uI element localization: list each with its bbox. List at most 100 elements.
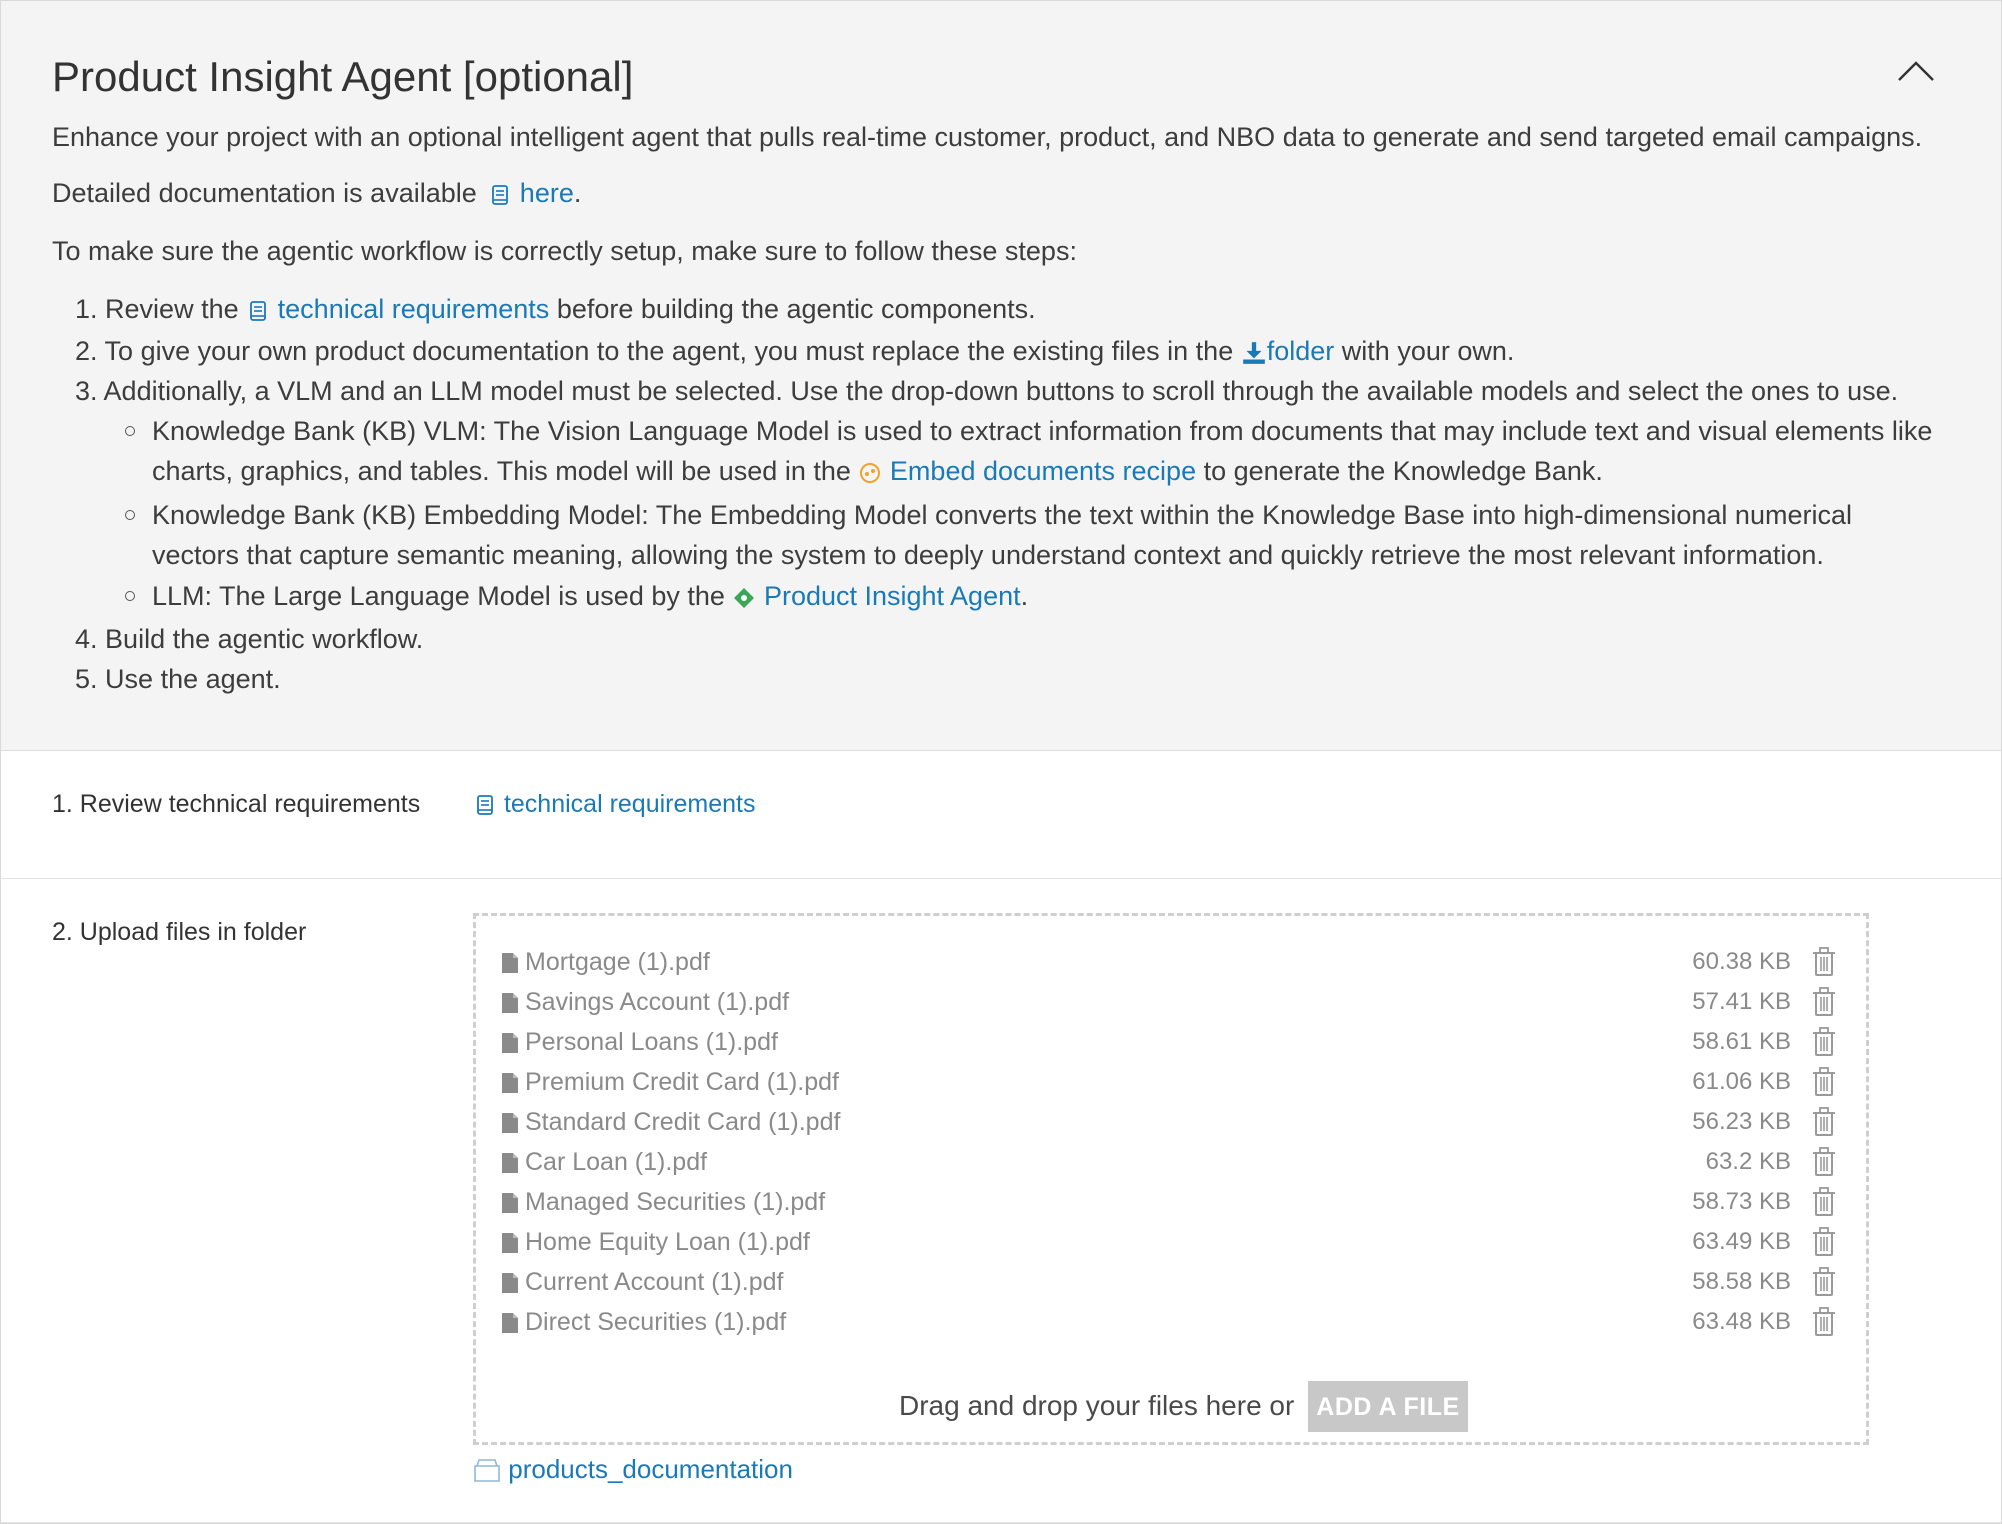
llm-line: LLM: The Large Language Model is used by… bbox=[152, 578, 1028, 614]
file-icon bbox=[502, 1033, 518, 1053]
step-5-number: 5. bbox=[75, 664, 98, 694]
delete-file-button[interactable] bbox=[1811, 1307, 1837, 1342]
header-panel: Product Insight Agent [optional] Enhance… bbox=[1, 1, 2001, 751]
delete-file-button[interactable] bbox=[1811, 987, 1837, 1022]
file-size: 63.49 KB bbox=[1692, 1228, 1791, 1255]
step-5-text: Use the agent. bbox=[105, 664, 281, 694]
file-row: Current Account (1).pdf 58.58 KB bbox=[501, 1262, 1837, 1302]
file-size: 58.61 KB bbox=[1692, 1028, 1791, 1055]
file-icon bbox=[502, 993, 518, 1013]
bullet-marker bbox=[125, 510, 135, 520]
file-name: Car Loan (1).pdf bbox=[525, 1148, 708, 1176]
delete-file-button[interactable] bbox=[1811, 1227, 1837, 1262]
upload-files-label: 2. Upload files in folder bbox=[52, 918, 307, 946]
doc-prefix: Detailed documentation is available bbox=[52, 178, 477, 208]
folder-link[interactable]: folder bbox=[1267, 336, 1335, 366]
collapse-button[interactable] bbox=[1896, 56, 1936, 86]
section-title: Product Insight Agent [optional] bbox=[52, 53, 634, 100]
step-2-suffix: with your own. bbox=[1341, 336, 1515, 366]
file-size: 57.41 KB bbox=[1692, 988, 1791, 1015]
folder-icon bbox=[474, 1459, 500, 1482]
download-icon bbox=[1242, 342, 1265, 364]
delete-file-button[interactable] bbox=[1811, 1067, 1837, 1102]
row-divider bbox=[1, 1522, 2001, 1523]
products-documentation-folder-link[interactable]: products_documentation bbox=[508, 1454, 793, 1484]
step-3-text: Additionally, a VLM and an LLM model mus… bbox=[103, 376, 1899, 406]
file-row: Standard Credit Card (1).pdf 56.23 KB bbox=[501, 1102, 1837, 1142]
review-requirements-label: 1. Review technical requirements bbox=[52, 790, 421, 818]
trash-icon bbox=[1813, 1187, 1835, 1216]
trash-icon bbox=[1813, 1307, 1835, 1336]
file-size: 58.73 KB bbox=[1692, 1188, 1791, 1215]
file-size: 63.2 KB bbox=[1705, 1148, 1791, 1175]
file-name: Home Equity Loan (1).pdf bbox=[525, 1228, 810, 1256]
file-icon bbox=[502, 1233, 518, 1253]
trash-icon bbox=[1813, 987, 1835, 1016]
llm-suffix: . bbox=[1020, 581, 1029, 611]
delete-file-button[interactable] bbox=[1811, 1267, 1837, 1302]
file-name: Managed Securities (1).pdf bbox=[525, 1188, 826, 1216]
delete-file-button[interactable] bbox=[1811, 1147, 1837, 1182]
review-requirements-link-wrap: technical requirements bbox=[473, 786, 755, 822]
file-name: Standard Credit Card (1).pdf bbox=[525, 1108, 841, 1136]
step-4-text: Build the agentic workflow. bbox=[105, 624, 424, 654]
trash-icon bbox=[1813, 1227, 1835, 1256]
file-row: Managed Securities (1).pdf 58.73 KB bbox=[501, 1182, 1837, 1222]
trash-icon bbox=[1813, 1027, 1835, 1056]
documentation-link[interactable]: here bbox=[520, 178, 574, 208]
file-name: Premium Credit Card (1).pdf bbox=[525, 1068, 839, 1096]
step-2-prefix: To give your own product documentation t… bbox=[104, 336, 1234, 366]
trash-icon bbox=[1813, 1147, 1835, 1176]
folder-link-wrap: products_documentation bbox=[473, 1451, 793, 1487]
book-icon bbox=[477, 795, 493, 816]
chevron-up-icon bbox=[1898, 61, 1934, 81]
step-5: 5. Use the agent. bbox=[75, 661, 281, 697]
step-4-number: 4. bbox=[75, 624, 98, 654]
trash-icon bbox=[1813, 1267, 1835, 1296]
step-2-number: 2. bbox=[75, 336, 98, 366]
file-row: Premium Credit Card (1).pdf 61.06 KB bbox=[501, 1062, 1837, 1102]
book-icon bbox=[492, 184, 509, 205]
file-row: Mortgage (1).pdf 60.38 KB bbox=[501, 942, 1837, 982]
step-1-suffix: before building the agentic components. bbox=[556, 294, 1036, 324]
agent-icon bbox=[734, 587, 755, 608]
kb-vlm-prefix: charts, graphics, and tables. This model… bbox=[152, 456, 851, 486]
delete-file-button[interactable] bbox=[1811, 947, 1837, 982]
step-3: 3. Additionally, a VLM and an LLM model … bbox=[75, 373, 1898, 409]
file-icon bbox=[502, 1153, 518, 1173]
kb-embedding-line-1: Knowledge Bank (KB) Embedding Model: The… bbox=[152, 500, 1852, 530]
step-1: 1. Review the technical requirements bef… bbox=[75, 291, 1036, 327]
file-name: Savings Account (1).pdf bbox=[525, 988, 790, 1016]
file-size: 60.38 KB bbox=[1692, 948, 1791, 975]
technical-requirements-link[interactable]: technical requirements bbox=[278, 294, 550, 324]
step-4: 4. Build the agentic workflow. bbox=[75, 621, 423, 657]
recipe-icon bbox=[860, 462, 881, 483]
product-insight-agent-link[interactable]: Product Insight Agent bbox=[764, 581, 1021, 611]
bullet-marker bbox=[125, 591, 135, 601]
delete-file-button[interactable] bbox=[1811, 1187, 1837, 1222]
kb-embedding-line-2: vectors that capture semantic meaning, a… bbox=[152, 540, 1824, 570]
embed-documents-recipe-link[interactable]: Embed documents recipe bbox=[890, 456, 1196, 486]
step-1-number: 1. bbox=[75, 294, 98, 324]
review-technical-requirements-link[interactable]: technical requirements bbox=[504, 790, 756, 818]
kb-vlm-line-1: Knowledge Bank (KB) VLM: The Vision Lang… bbox=[152, 416, 1933, 446]
trash-icon bbox=[1813, 1107, 1835, 1136]
doc-suffix: . bbox=[573, 178, 582, 208]
file-name: Current Account (1).pdf bbox=[525, 1268, 784, 1296]
intro-text: Enhance your project with an optional in… bbox=[52, 122, 1923, 152]
file-icon bbox=[502, 1073, 518, 1093]
bullet-marker bbox=[125, 426, 135, 436]
trash-icon bbox=[1813, 947, 1835, 976]
add-file-button[interactable]: ADD A FILE bbox=[1308, 1381, 1468, 1432]
file-row: Personal Loans (1).pdf 58.61 KB bbox=[501, 1022, 1837, 1062]
step-3-number: 3. bbox=[75, 376, 98, 406]
file-row: Direct Securities (1).pdf 63.48 KB bbox=[501, 1302, 1837, 1342]
delete-file-button[interactable] bbox=[1811, 1107, 1837, 1142]
book-icon bbox=[250, 300, 267, 321]
file-name: Direct Securities (1).pdf bbox=[525, 1308, 787, 1336]
file-icon bbox=[502, 1113, 518, 1133]
file-row: Home Equity Loan (1).pdf 63.49 KB bbox=[501, 1222, 1837, 1262]
file-name: Personal Loans (1).pdf bbox=[525, 1028, 778, 1056]
file-name: Mortgage (1).pdf bbox=[525, 948, 710, 976]
delete-file-button[interactable] bbox=[1811, 1027, 1837, 1062]
